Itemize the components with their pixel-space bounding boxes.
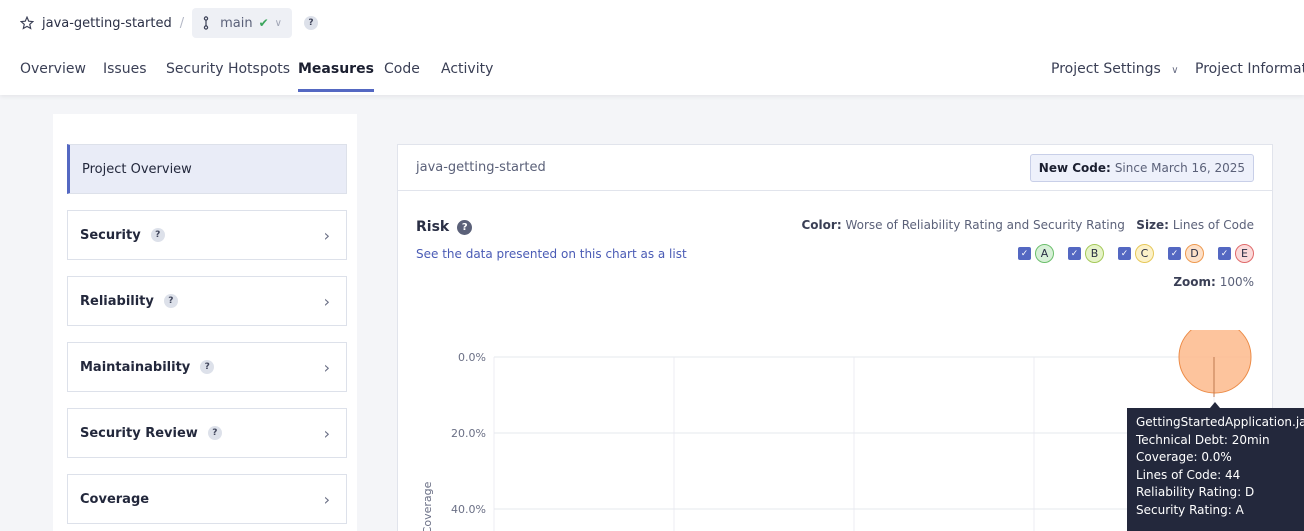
checkbox-checked-icon[interactable]: ✓ — [1068, 247, 1081, 260]
sidebar-item-security[interactable]: Security ? › — [67, 210, 347, 260]
sidebar-item-coverage[interactable]: Coverage › — [67, 474, 347, 524]
new-code-value: Since March 16, 2025 — [1114, 161, 1245, 175]
tab-project-information[interactable]: Project Information — [1195, 52, 1304, 92]
new-code-label: New Code: — [1038, 161, 1111, 175]
sidebar-item-reliability[interactable]: Reliability ? › — [67, 276, 347, 326]
star-icon[interactable] — [20, 16, 34, 30]
y-tick-label: 40.0% — [451, 503, 486, 516]
branch-selector[interactable]: main ✔ ∨ — [192, 8, 292, 38]
zoom-value: 100% — [1219, 275, 1254, 289]
chevron-right-icon: › — [323, 489, 330, 509]
sidebar-item-label: Security Review — [80, 425, 198, 441]
rating-filters: ✓ A ✓ B ✓ C ✓ D ✓ E — [1018, 244, 1254, 263]
see-data-as-list-link[interactable]: See the data presented on this chart as … — [416, 247, 687, 261]
risk-help-icon[interactable]: ? — [457, 219, 473, 235]
new-code-badge: New Code: Since March 16, 2025 — [1029, 154, 1254, 182]
chevron-right-icon: › — [323, 357, 330, 377]
rating-bubble: B — [1085, 244, 1104, 263]
rating-bubble: C — [1135, 244, 1154, 263]
rating-bubble: D — [1185, 244, 1204, 263]
size-label: Size: — [1136, 218, 1169, 232]
size-value: Lines of Code — [1172, 218, 1254, 232]
sidebar-item-label: Maintainability — [80, 359, 191, 375]
sidebar-item-security-review[interactable]: Security Review ? › — [67, 408, 347, 458]
tooltip-security: Security Rating: A — [1136, 502, 1244, 517]
tooltip-coverage: Coverage: 0.0% — [1136, 450, 1232, 464]
tab-code[interactable]: Code — [384, 52, 420, 92]
rating-filter-c[interactable]: ✓ C — [1118, 244, 1154, 263]
breadcrumb-separator: / — [179, 15, 185, 31]
chart-legend-description: Color: Worse of Reliability Rating and S… — [802, 218, 1255, 232]
data-bubble — [1178, 330, 1252, 394]
check-icon: ✔ — [258, 16, 269, 30]
y-tick-label: 0.0% — [458, 351, 486, 364]
zoom-indicator: Zoom: 100% — [1173, 275, 1254, 289]
sidebar-item-label: Reliability — [80, 293, 154, 309]
rating-filter-d[interactable]: ✓ D — [1168, 244, 1204, 263]
help-icon[interactable]: ? — [207, 426, 222, 440]
chevron-right-icon: › — [323, 291, 330, 311]
chevron-down-icon: ∨ — [274, 17, 282, 29]
bubble-tooltip: GettingStartedApplication.java Technical… — [1127, 402, 1304, 531]
tooltip-arrow — [1210, 402, 1220, 408]
tab-overview[interactable]: Overview — [20, 52, 86, 92]
project-name-link[interactable]: java-getting-started — [42, 16, 172, 31]
tab-activity[interactable]: Activity — [441, 52, 493, 92]
rating-filter-b[interactable]: ✓ B — [1068, 244, 1104, 263]
sidebar-item-label: Security — [80, 227, 141, 243]
branch-name: main — [220, 15, 253, 31]
rating-bubble: A — [1035, 244, 1054, 263]
sidebar-item-label: Coverage — [80, 491, 150, 507]
risk-title: Risk — [416, 219, 450, 235]
checkbox-checked-icon[interactable]: ✓ — [1118, 247, 1131, 260]
risk-heading: Risk ? — [416, 219, 473, 235]
help-icon[interactable]: ? — [150, 228, 165, 242]
project-nav-tabs: Overview Issues Security Hotspots Measur… — [0, 52, 1304, 92]
tab-project-settings-label: Project Settings — [1051, 61, 1161, 77]
sidebar-item-maintainability[interactable]: Maintainability ? › — [67, 342, 347, 392]
checkbox-checked-icon[interactable]: ✓ — [1168, 247, 1181, 260]
rating-bubble: E — [1235, 244, 1254, 263]
chevron-right-icon: › — [323, 225, 330, 245]
color-label: Color: — [801, 218, 842, 232]
tooltip-reliability: Reliability Rating: D — [1136, 485, 1255, 499]
chevron-down-icon: ∨ — [1171, 65, 1179, 76]
branch-help-icon[interactable]: ? — [303, 16, 318, 30]
checkbox-checked-icon[interactable]: ✓ — [1218, 247, 1231, 260]
tooltip-file: GettingStartedApplication.java — [1136, 415, 1304, 429]
tab-security-hotspots[interactable]: Security Hotspots — [166, 52, 290, 92]
card-project-name: java-getting-started — [416, 160, 546, 175]
color-value: Worse of Reliability Rating and Security… — [845, 218, 1125, 232]
y-axis-label: Coverage — [421, 481, 434, 531]
tab-project-settings[interactable]: Project Settings ∨ — [1051, 52, 1179, 92]
chevron-right-icon: › — [323, 423, 330, 443]
zoom-label: Zoom: — [1173, 275, 1216, 289]
breadcrumb: java-getting-started / main ✔ ∨ ? — [20, 8, 318, 38]
help-icon[interactable]: ? — [200, 360, 215, 374]
checkbox-checked-icon[interactable]: ✓ — [1018, 247, 1031, 260]
branch-icon — [203, 16, 209, 30]
sidebar-item-label: Project Overview — [82, 161, 192, 177]
y-tick-label: 20.0% — [451, 427, 486, 440]
card-header: java-getting-started New Code: Since Mar… — [398, 145, 1272, 191]
rating-filter-a[interactable]: ✓ A — [1018, 244, 1054, 263]
rating-filter-e[interactable]: ✓ E — [1218, 244, 1254, 263]
tab-measures[interactable]: Measures — [298, 52, 374, 92]
tooltip-debt: Technical Debt: 20min — [1136, 432, 1270, 447]
top-bar: java-getting-started / main ✔ ∨ ? Overvi… — [0, 0, 1304, 95]
help-icon[interactable]: ? — [163, 294, 178, 308]
tab-issues[interactable]: Issues — [103, 52, 147, 92]
sidebar-item-project-overview[interactable]: Project Overview — [67, 144, 347, 194]
tooltip-loc: Lines of Code: 44 — [1136, 467, 1241, 482]
